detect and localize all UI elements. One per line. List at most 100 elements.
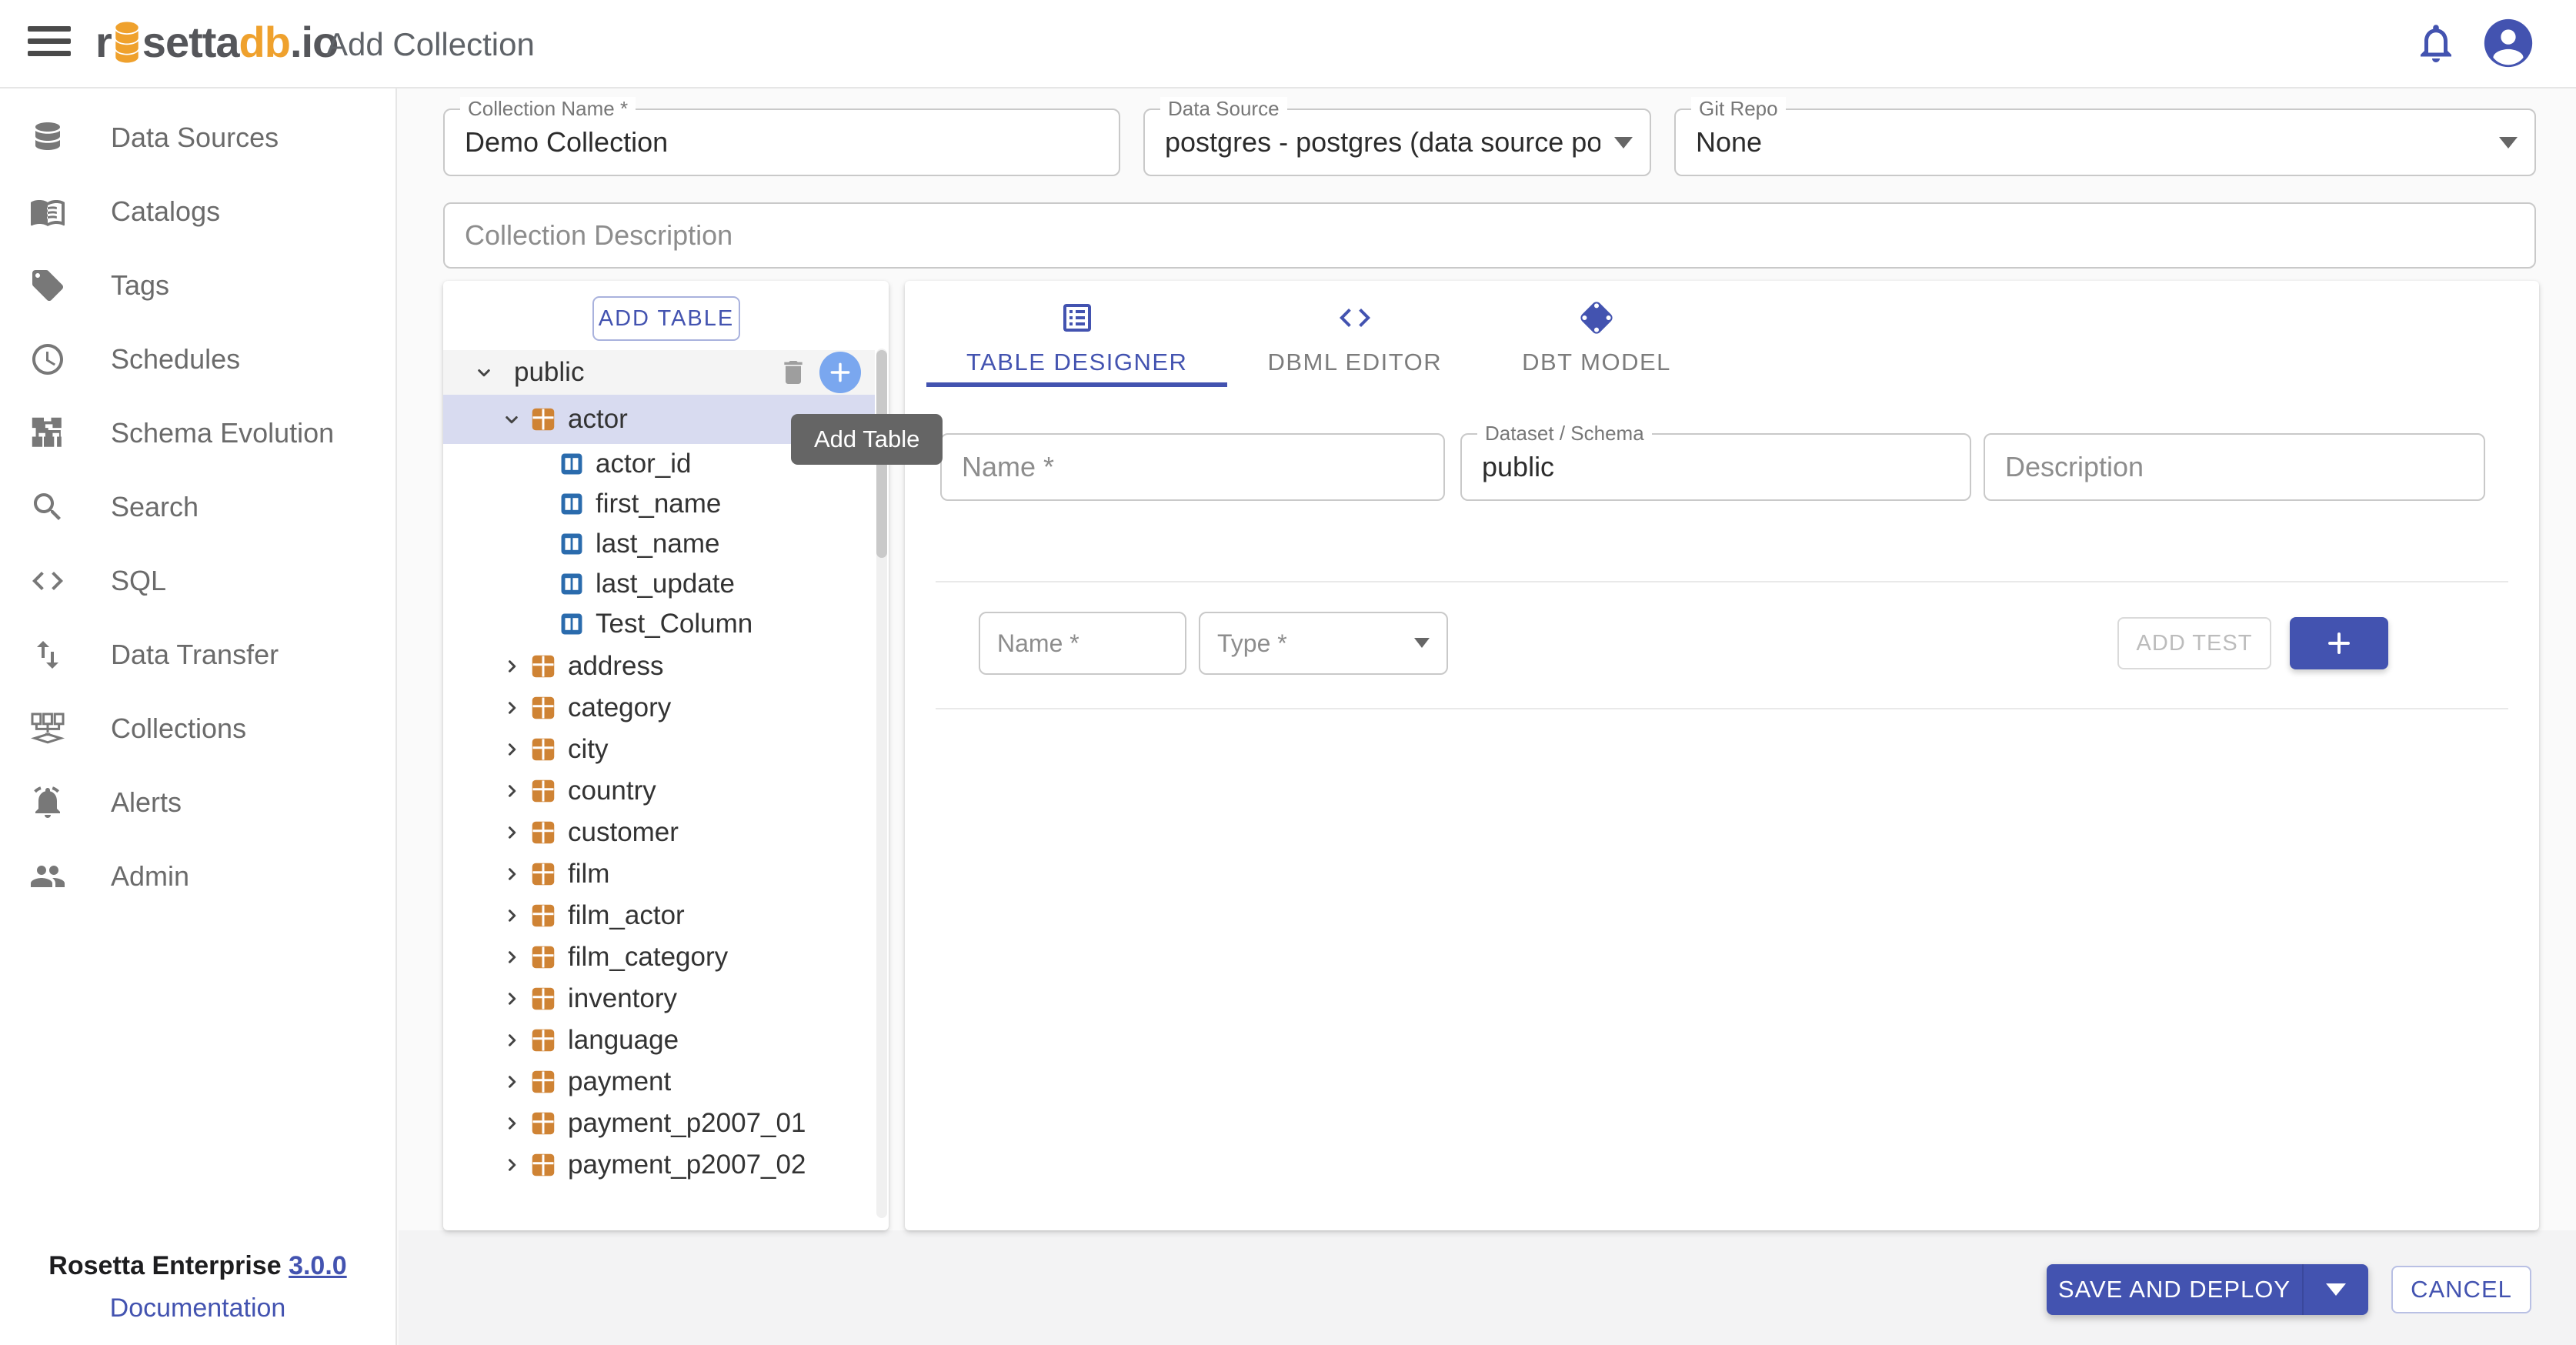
add-column-button[interactable] xyxy=(2290,617,2388,669)
tree-table-row[interactable]: payment_p2007_02 xyxy=(443,1144,875,1186)
chevron-right-icon[interactable] xyxy=(500,1070,523,1093)
tree-table-row[interactable]: customer xyxy=(443,812,875,853)
chevron-right-icon[interactable] xyxy=(500,1029,523,1052)
code-icon xyxy=(29,562,66,599)
tree-table-row[interactable]: inventory xyxy=(443,978,875,1020)
tree-table-row[interactable]: payment_p2007_01 xyxy=(443,1103,875,1144)
sidebar-item-admin[interactable]: Admin xyxy=(0,839,395,913)
plus-icon xyxy=(2325,629,2353,657)
chevron-right-icon[interactable] xyxy=(500,987,523,1010)
notifications-bell-icon[interactable] xyxy=(2413,20,2459,66)
user-avatar[interactable] xyxy=(2482,17,2534,69)
column-name-input[interactable] xyxy=(980,613,1185,673)
chevron-right-icon[interactable] xyxy=(500,738,523,761)
collection-name-field[interactable]: Collection Name * xyxy=(443,108,1120,176)
sidebar-item-data-transfer[interactable]: Data Transfer xyxy=(0,618,395,692)
add-table-button[interactable]: ADD TABLE xyxy=(592,296,740,341)
plus-icon xyxy=(828,360,853,385)
column-name-field[interactable] xyxy=(979,612,1186,675)
chevron-right-icon[interactable] xyxy=(500,779,523,803)
tree-table-row[interactable]: language xyxy=(443,1020,875,1061)
collection-description-field[interactable] xyxy=(443,202,2536,269)
table-icon xyxy=(529,902,557,929)
tree-table-row[interactable]: payment xyxy=(443,1061,875,1103)
chevron-right-icon[interactable] xyxy=(500,1112,523,1135)
version-link[interactable]: 3.0.0 xyxy=(289,1251,347,1280)
sidebar-item-data-sources[interactable]: Data Sources xyxy=(0,101,395,175)
sidebar-item-label: Data Sources xyxy=(111,122,279,154)
table-icon xyxy=(529,1026,557,1054)
table-name: payment xyxy=(568,1066,671,1097)
tab-table-designer[interactable]: TABLE DESIGNER xyxy=(926,281,1227,387)
tree-column-row[interactable]: last_name xyxy=(443,524,875,564)
save-options-dropdown[interactable] xyxy=(2304,1264,2368,1315)
sidebar-item-label: Schema Evolution xyxy=(111,417,334,449)
table-name: customer xyxy=(568,817,679,848)
tree-table-row[interactable]: category xyxy=(443,687,875,729)
table-icon xyxy=(529,777,557,805)
tree-table-row[interactable]: city xyxy=(443,729,875,770)
column-type-input[interactable] xyxy=(1200,613,1446,673)
tree-schema-row-public[interactable]: public xyxy=(443,350,875,395)
save-and-deploy-button[interactable]: SAVE AND DEPLOY xyxy=(2047,1264,2304,1315)
tab-dbml-editor[interactable]: DBML EDITOR xyxy=(1227,281,1482,387)
git-repo-select[interactable]: Git Repo None xyxy=(1674,108,2536,176)
add-test-button[interactable]: ADD TEST xyxy=(2117,617,2271,669)
main-content: Collection Name * Data Source postgres -… xyxy=(399,90,2576,1345)
table-icon xyxy=(529,943,557,971)
sidebar-item-collections[interactable]: Collections xyxy=(0,692,395,766)
sidebar-item-search[interactable]: Search xyxy=(0,470,395,544)
chevron-down-icon[interactable] xyxy=(500,408,523,431)
sidebar-item-sql[interactable]: SQL xyxy=(0,544,395,618)
table-description-input[interactable] xyxy=(1985,435,2484,499)
column-icon xyxy=(559,531,585,557)
sidebar: Data Sources Catalogs Tags Schedules Sch… xyxy=(0,88,397,1345)
app-logo[interactable]: r settadb.io xyxy=(95,17,338,67)
divider xyxy=(936,708,2508,709)
data-source-select[interactable]: Data Source postgres - postgres (data so… xyxy=(1143,108,1651,176)
table-name-input[interactable] xyxy=(942,435,1443,499)
sidebar-item-schema-evolution[interactable]: Schema Evolution xyxy=(0,396,395,470)
tree-column-row[interactable]: Test_Column xyxy=(443,604,875,644)
table-description-field[interactable] xyxy=(1984,433,2485,501)
tree-table-row[interactable]: film_category xyxy=(443,936,875,978)
collection-description-input[interactable] xyxy=(445,204,2534,267)
tree-column-row[interactable]: last_update xyxy=(443,564,875,604)
product-name: Rosetta Enterprise xyxy=(48,1251,281,1280)
tree-table-row[interactable]: film_actor xyxy=(443,895,875,936)
chevron-right-icon[interactable] xyxy=(500,696,523,719)
sidebar-item-catalogs[interactable]: Catalogs xyxy=(0,175,395,249)
cancel-button[interactable]: CANCEL xyxy=(2391,1266,2531,1313)
menu-icon[interactable] xyxy=(28,26,71,62)
column-type-select[interactable] xyxy=(1199,612,1448,675)
sidebar-item-label: Alerts xyxy=(111,786,182,819)
book-icon xyxy=(29,193,66,230)
save-and-deploy-split-button: SAVE AND DEPLOY xyxy=(2047,1264,2368,1315)
tree-table-row[interactable]: address xyxy=(443,646,875,687)
database-icon xyxy=(29,119,66,156)
table-name-field[interactable] xyxy=(940,433,1445,501)
chevron-right-icon[interactable] xyxy=(500,863,523,886)
delete-icon[interactable] xyxy=(778,357,809,388)
table-name: language xyxy=(568,1025,679,1056)
table-name: film_category xyxy=(568,942,728,973)
tree-table-row[interactable]: country xyxy=(443,770,875,812)
chevron-down-icon[interactable] xyxy=(472,361,496,384)
table-list-icon xyxy=(1059,299,1096,336)
sidebar-item-schedules[interactable]: Schedules xyxy=(0,322,395,396)
sidebar-item-label: Schedules xyxy=(111,343,240,375)
tab-dbt-model[interactable]: DBT MODEL xyxy=(1482,281,1711,387)
chevron-right-icon[interactable] xyxy=(500,655,523,678)
add-table-plus-icon[interactable] xyxy=(819,352,861,393)
documentation-link[interactable]: Documentation xyxy=(0,1293,395,1323)
chevron-right-icon[interactable] xyxy=(500,946,523,969)
tree-table-row[interactable]: film xyxy=(443,853,875,895)
chevron-right-icon[interactable] xyxy=(500,1153,523,1176)
tree-column-row[interactable]: first_name xyxy=(443,484,875,524)
git-repo-value: None xyxy=(1696,110,2485,175)
sidebar-item-alerts[interactable]: Alerts xyxy=(0,766,395,839)
dataset-schema-field[interactable]: Dataset / Schema xyxy=(1460,433,1971,501)
chevron-right-icon[interactable] xyxy=(500,904,523,927)
chevron-right-icon[interactable] xyxy=(500,821,523,844)
sidebar-item-tags[interactable]: Tags xyxy=(0,249,395,322)
